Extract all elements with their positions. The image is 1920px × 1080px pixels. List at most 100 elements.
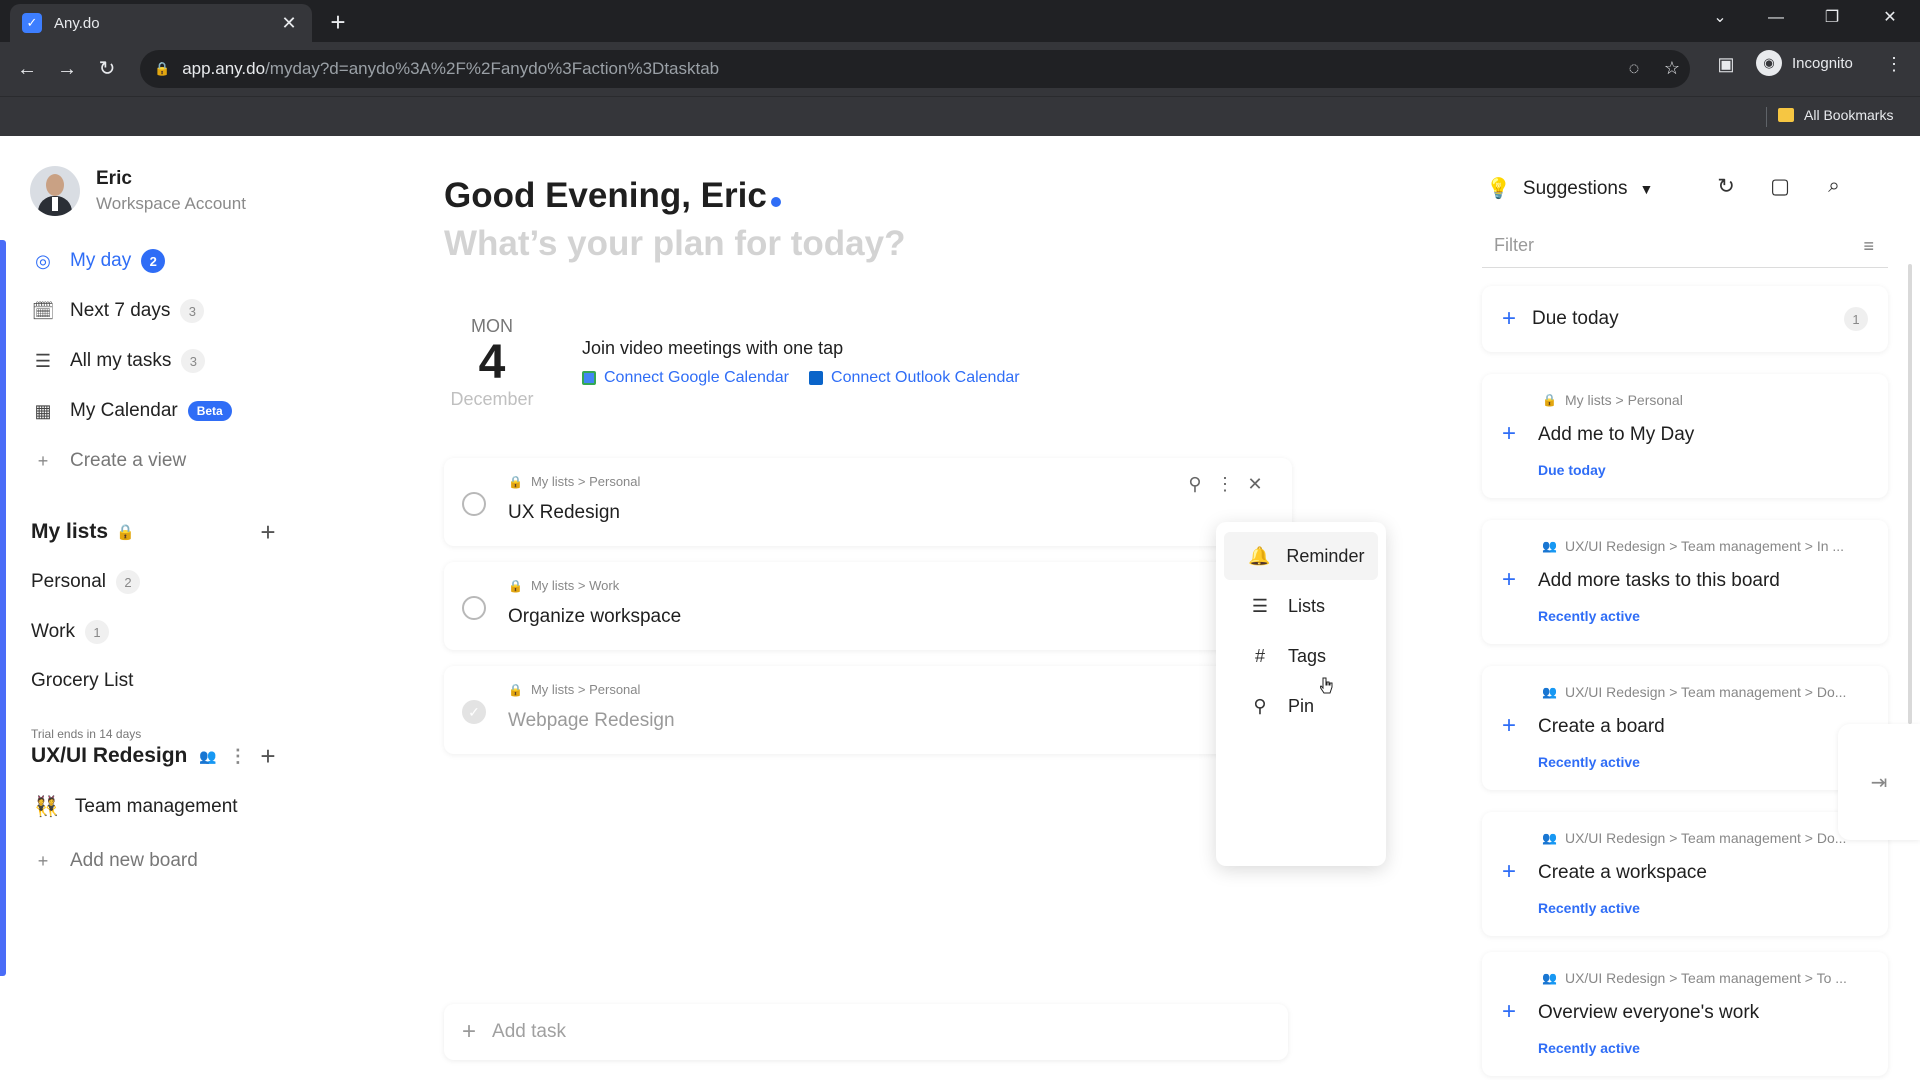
incognito-indicator[interactable]: ◉ Incognito xyxy=(1756,50,1853,76)
suggestions-label: Suggestions xyxy=(1522,177,1628,199)
sidebar-item-label: All my tasks xyxy=(70,350,172,371)
reload-icon[interactable]: ↻ xyxy=(92,54,122,84)
plus-icon: + xyxy=(462,1018,477,1045)
task-card[interactable]: 🔒 My lists > Personal UX Redesign ⚲ ⋮ ✕ xyxy=(444,458,1292,546)
add-suggestion-icon[interactable]: + xyxy=(1502,566,1516,594)
list-item-work[interactable]: Work 1 xyxy=(31,620,109,644)
board-label: Team management xyxy=(74,795,238,817)
suggestion-card[interactable]: 👥 UX/UI Redesign > Team management > Do..… xyxy=(1482,812,1888,936)
add-suggestion-icon[interactable]: + xyxy=(1502,420,1516,448)
task-title[interactable]: UX Redesign xyxy=(508,502,620,524)
incognito-label: Incognito xyxy=(1792,54,1853,72)
panel-scrollbar[interactable] xyxy=(1908,264,1912,724)
task-path: 🔒 My lists > Work xyxy=(508,578,620,593)
my-lists-header[interactable]: My lists 🔒 xyxy=(31,520,135,544)
minimize-icon[interactable]: — xyxy=(1756,6,1796,30)
tab-close-icon[interactable]: ✕ xyxy=(278,13,300,34)
suggestion-status: Recently active xyxy=(1538,1040,1640,1056)
add-list-button[interactable]: + xyxy=(254,518,282,546)
url-text: app.any.do/myday?d=anydo%3A%2F%2Fanydo%3… xyxy=(182,59,720,78)
list-item-grocery[interactable]: Grocery List xyxy=(31,670,133,692)
task-checkbox[interactable] xyxy=(462,492,486,516)
user-name: Eric xyxy=(96,168,132,189)
add-task-input[interactable]: + Add task xyxy=(444,1004,1288,1060)
eye-off-icon[interactable]: ◌ xyxy=(1620,58,1648,79)
trial-notice: Trial ends in 14 days xyxy=(31,727,142,741)
task-path: 🔒 My lists > Personal xyxy=(508,682,641,697)
task-checkbox-checked[interactable]: ✓ xyxy=(462,700,486,724)
task-checkbox[interactable] xyxy=(462,596,486,620)
task-title[interactable]: Webpage Redesign xyxy=(508,710,675,732)
suggestion-status: Recently active xyxy=(1538,900,1640,916)
collapse-panel-icon[interactable]: ⇥ xyxy=(1838,724,1920,840)
filter-icon[interactable]: ≡ xyxy=(1863,236,1874,257)
list-label: Personal xyxy=(31,571,106,592)
workspace-more-icon[interactable]: ⋮ xyxy=(229,746,247,767)
close-icon[interactable]: ✕ xyxy=(1240,474,1270,495)
user-profile[interactable]: Eric Workspace Account xyxy=(30,166,246,216)
count-badge: 2 xyxy=(141,249,166,273)
accent-dot xyxy=(770,197,781,207)
connect-google-calendar-link[interactable]: Connect Google Calendar xyxy=(582,369,789,387)
date-month: December xyxy=(450,389,534,409)
sync-icon[interactable]: ↻ xyxy=(1711,174,1741,199)
task-card[interactable]: ✓ 🔒 My lists > Personal Webpage Redesign xyxy=(444,666,1292,754)
board-item-team-management[interactable]: 👯 Team management xyxy=(34,794,238,819)
star-icon[interactable]: ☆ xyxy=(1658,58,1686,79)
filter-input[interactable]: Filter ≡ xyxy=(1482,224,1888,268)
address-bar[interactable]: 🔒 app.any.do/myday?d=anydo%3A%2F%2Fanydo… xyxy=(140,50,1690,88)
add-new-board-button[interactable]: + Add new board xyxy=(32,846,198,876)
pin-icon[interactable]: ⚲ xyxy=(1180,474,1210,495)
sidebar-item-all-my-tasks[interactable]: ☰ All my tasks 3 xyxy=(32,346,206,376)
menu-item-pin[interactable]: ⚲ Pin xyxy=(1224,682,1378,730)
task-title[interactable]: Organize workspace xyxy=(508,606,681,628)
suggestion-path: 👥 UX/UI Redesign > Team management > Do..… xyxy=(1542,830,1847,846)
list-label: Work xyxy=(31,621,75,642)
more-icon[interactable]: ⋮ xyxy=(1210,474,1240,495)
task-card[interactable]: 🔒 My lists > Work Organize workspace xyxy=(444,562,1292,650)
add-suggestion-icon[interactable]: + xyxy=(1502,858,1516,886)
menu-item-tags[interactable]: # Tags xyxy=(1224,632,1378,680)
side-panel-icon[interactable]: ▣ xyxy=(1712,54,1740,75)
add-board-plus-button[interactable]: + xyxy=(254,742,282,770)
add-suggestion-icon[interactable]: + xyxy=(1502,998,1516,1026)
sidebar-item-my-day[interactable]: ◎ My day 2 xyxy=(32,246,166,276)
search-icon[interactable]: ⌕ xyxy=(1819,174,1849,198)
suggestion-card[interactable]: 👥 UX/UI Redesign > Team management > Do..… xyxy=(1482,666,1888,790)
document-icon: ☰ xyxy=(34,350,52,371)
account-type: Workspace Account xyxy=(96,194,246,213)
create-view-button[interactable]: + Create a view xyxy=(32,446,186,476)
suggestion-card[interactable]: 👥 UX/UI Redesign > Team management > To .… xyxy=(1482,952,1888,1076)
browser-chrome: ✓ Any.do ✕ + ⌄ — ❐ ✕ ← → ↻ 🔒 app.any.do/… xyxy=(0,0,1920,136)
add-suggestion-icon[interactable]: + xyxy=(1502,712,1516,740)
plan-subtitle: What’s your plan for today? xyxy=(444,224,906,263)
sidebar-item-my-calendar[interactable]: ▦ My Calendar Beta xyxy=(32,396,232,426)
restore-icon[interactable]: ❐ xyxy=(1812,6,1852,30)
square-view-icon[interactable]: ▢ xyxy=(1765,174,1795,199)
create-view-label: Create a view xyxy=(70,450,187,471)
connect-outlook-calendar-link[interactable]: Connect Outlook Calendar xyxy=(809,369,1020,387)
tab-search-icon[interactable]: ⌄ xyxy=(1700,6,1740,30)
google-calendar-icon xyxy=(582,371,596,385)
window-close-icon[interactable]: ✕ xyxy=(1870,6,1910,30)
due-today-card[interactable]: + Due today 1 xyxy=(1482,286,1888,352)
sidebar-item-next-7-days[interactable]: 🗓 Next 7 days 3 xyxy=(32,296,205,326)
browser-tab[interactable]: ✓ Any.do ✕ xyxy=(10,4,312,42)
members-icon[interactable]: 👥 xyxy=(199,748,216,765)
plus-icon: + xyxy=(37,850,49,871)
all-bookmarks[interactable]: All Bookmarks xyxy=(1778,107,1893,123)
menu-kebab-icon[interactable]: ⋮ xyxy=(1880,54,1908,75)
menu-item-reminder[interactable]: 🔔 Reminder xyxy=(1224,532,1378,580)
new-tab-icon[interactable]: + xyxy=(324,8,352,36)
menu-item-lists[interactable]: ☰ Lists xyxy=(1224,582,1378,630)
suggestions-dropdown[interactable]: 💡 Suggestions ▼ xyxy=(1486,176,1653,201)
workspace-header[interactable]: UX/UI Redesign 👥 ⋮ xyxy=(31,744,247,768)
back-icon[interactable]: ← xyxy=(12,54,42,84)
suggestion-card[interactable]: 👥 UX/UI Redesign > Team management > In .… xyxy=(1482,520,1888,644)
tab-title: Any.do xyxy=(54,14,100,32)
suggestion-title: Overview everyone's work xyxy=(1538,1002,1760,1023)
suggestion-card[interactable]: 🔒 My lists > Personal + Add me to My Day … xyxy=(1482,374,1888,498)
forward-icon[interactable]: → xyxy=(52,54,82,84)
list-item-personal[interactable]: Personal 2 xyxy=(31,570,140,594)
bookmarks-divider xyxy=(1766,107,1767,127)
